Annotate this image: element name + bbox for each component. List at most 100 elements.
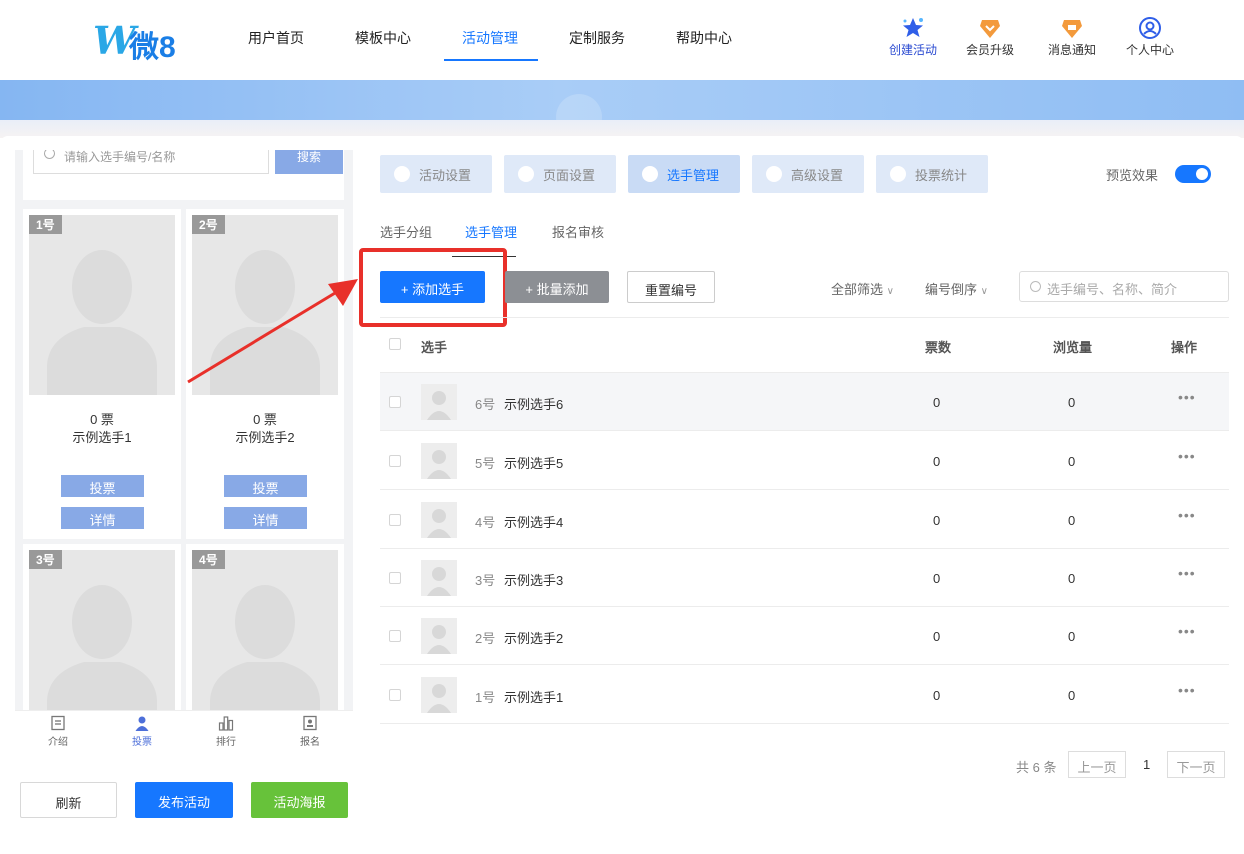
refresh-button[interactable]: 刷新 — [20, 782, 117, 818]
tab-activity-settings[interactable]: 活动设置 — [380, 155, 492, 193]
detail-button[interactable]: 详情 — [61, 507, 144, 529]
player-number-badge: 1号 — [29, 215, 62, 234]
more-options-icon[interactable]: ••• — [1178, 565, 1196, 581]
preview-search-button[interactable]: 搜索 — [275, 150, 343, 174]
tab-intro[interactable]: 介绍 — [28, 715, 88, 748]
row-checkbox[interactable] — [389, 572, 401, 584]
table-row[interactable]: 6号 示例选手6 0 0 ••• — [380, 373, 1229, 431]
detail-button[interactable]: 详情 — [224, 507, 307, 529]
annotation-arrow-icon — [187, 279, 358, 384]
publish-activity-button[interactable]: 发布活动 — [135, 782, 233, 818]
tab-advanced-settings[interactable]: 高级设置 — [752, 155, 864, 193]
preview-search-input[interactable]: 请输入选手编号/名称 — [33, 150, 269, 174]
member-upgrade-button[interactable]: 会员升级 — [955, 16, 1025, 58]
person-silhouette-icon — [427, 450, 451, 479]
table-row[interactable]: 5号 示例选手5 0 0 ••• — [380, 432, 1229, 490]
row-checkbox[interactable] — [389, 396, 401, 408]
filter-all-dropdown[interactable]: 全部筛选 ∨ — [831, 279, 894, 298]
row-votes: 0 — [933, 513, 941, 528]
row-checkbox[interactable] — [389, 630, 401, 642]
person-silhouette-icon — [210, 585, 320, 710]
person-silhouette-icon — [47, 250, 157, 395]
player-avatar — [421, 443, 457, 479]
row-views: 0 — [1068, 454, 1076, 469]
tab-ranking[interactable]: 排行 — [196, 715, 256, 748]
row-checkbox[interactable] — [389, 455, 401, 467]
row-name: 示例选手2 — [504, 631, 564, 646]
highlight-box — [359, 248, 507, 327]
preview-search-placeholder: 请输入选手编号/名称 — [64, 150, 176, 164]
player-search-input[interactable]: 选手编号、名称、简介 — [1019, 271, 1229, 302]
row-votes: 0 — [933, 454, 941, 469]
logo-text: 微8 — [129, 31, 176, 64]
player-number-badge: 2号 — [192, 215, 225, 234]
vip-badge-icon — [980, 20, 1000, 38]
user-circle-icon — [1139, 17, 1161, 39]
nav-home[interactable]: 用户首页 — [248, 28, 304, 48]
tools-icon — [766, 166, 782, 182]
player-avatar — [421, 502, 457, 538]
tab-page-settings[interactable]: 页面设置 — [504, 155, 616, 193]
nav-templates[interactable]: 模板中心 — [355, 28, 411, 48]
player-card-4[interactable]: 4号 — [186, 544, 344, 710]
mobile-preview[interactable]: 请输入选手编号/名称 搜索 1号 0 票 示例选手1 投票 详情 2号 0 票 … — [15, 150, 353, 710]
player-votes: 0 票 — [90, 412, 114, 427]
more-options-icon[interactable]: ••• — [1178, 389, 1196, 405]
player-avatar — [421, 384, 457, 420]
current-page[interactable]: 1 — [1143, 757, 1150, 772]
brand-logo[interactable]: W 微8 — [93, 14, 193, 64]
id-card-icon — [303, 715, 317, 731]
row-views: 0 — [1068, 629, 1076, 644]
nav-activity-management[interactable]: 活动管理 — [462, 28, 518, 48]
more-options-icon[interactable]: ••• — [1178, 507, 1196, 523]
tab-player-management[interactable]: 选手管理 — [628, 155, 740, 193]
tab-signup[interactable]: 报名 — [280, 715, 340, 748]
activity-poster-button[interactable]: 活动海报 — [251, 782, 348, 818]
table-row[interactable]: 1号 示例选手1 0 0 ••• — [380, 666, 1229, 724]
sort-order-dropdown[interactable]: 编号倒序 ∨ — [925, 279, 988, 298]
player-avatar — [421, 618, 457, 654]
person-silhouette-icon — [427, 567, 451, 596]
select-all-checkbox[interactable] — [389, 338, 401, 350]
player-card-3[interactable]: 3号 — [23, 544, 181, 710]
create-activity-button[interactable]: 创建活动 — [878, 16, 948, 58]
more-options-icon[interactable]: ••• — [1178, 448, 1196, 464]
star-icon — [903, 18, 923, 37]
message-notice-button[interactable]: 消息通知 — [1037, 16, 1107, 58]
subtab-signup-review[interactable]: 报名审核 — [552, 222, 604, 241]
personal-center-button[interactable]: 个人中心 — [1115, 16, 1185, 58]
row-checkbox[interactable] — [389, 689, 401, 701]
renumber-button[interactable]: 重置编号 — [627, 271, 715, 303]
preview-effect-toggle[interactable] — [1175, 165, 1211, 183]
row-number: 1号 — [475, 690, 496, 705]
tab-page-settings-label: 页面设置 — [543, 168, 596, 183]
nav-help-center[interactable]: 帮助中心 — [676, 28, 732, 48]
nav-custom-service[interactable]: 定制服务 — [569, 28, 625, 48]
vote-button[interactable]: 投票 — [224, 475, 307, 497]
player-avatar — [421, 677, 457, 713]
row-number: 4号 — [475, 515, 496, 530]
more-options-icon[interactable]: ••• — [1178, 623, 1196, 639]
player-search-placeholder: 选手编号、名称、简介 — [1047, 282, 1178, 297]
vote-button[interactable]: 投票 — [61, 475, 144, 497]
tab-vote[interactable]: 投票 — [112, 715, 172, 748]
row-name: 示例选手1 — [504, 690, 564, 705]
subtab-player-groups[interactable]: 选手分组 — [380, 222, 432, 241]
subtab-player-management[interactable]: 选手管理 — [465, 222, 517, 241]
prev-page-button[interactable]: 上一页 — [1068, 751, 1126, 778]
next-page-button[interactable]: 下一页 — [1167, 751, 1225, 778]
player-card-1[interactable]: 1号 0 票 示例选手1 投票 详情 — [23, 209, 181, 539]
row-votes: 0 — [933, 629, 941, 644]
batch-add-button[interactable]: + 批量添加 — [505, 271, 609, 303]
table-row[interactable]: 2号 示例选手2 0 0 ••• — [380, 607, 1229, 665]
row-votes: 0 — [933, 571, 941, 586]
table-row[interactable]: 4号 示例选手4 0 0 ••• — [380, 491, 1229, 549]
row-number: 3号 — [475, 573, 496, 588]
table-row[interactable]: 3号 示例选手3 0 0 ••• — [380, 549, 1229, 607]
tab-vote-statistics[interactable]: 投票统计 — [876, 155, 988, 193]
row-checkbox[interactable] — [389, 514, 401, 526]
page-icon — [518, 166, 534, 182]
tab-signup-label: 报名 — [300, 737, 320, 748]
more-options-icon[interactable]: ••• — [1178, 682, 1196, 698]
chevron-down-icon: ∨ — [980, 286, 988, 297]
